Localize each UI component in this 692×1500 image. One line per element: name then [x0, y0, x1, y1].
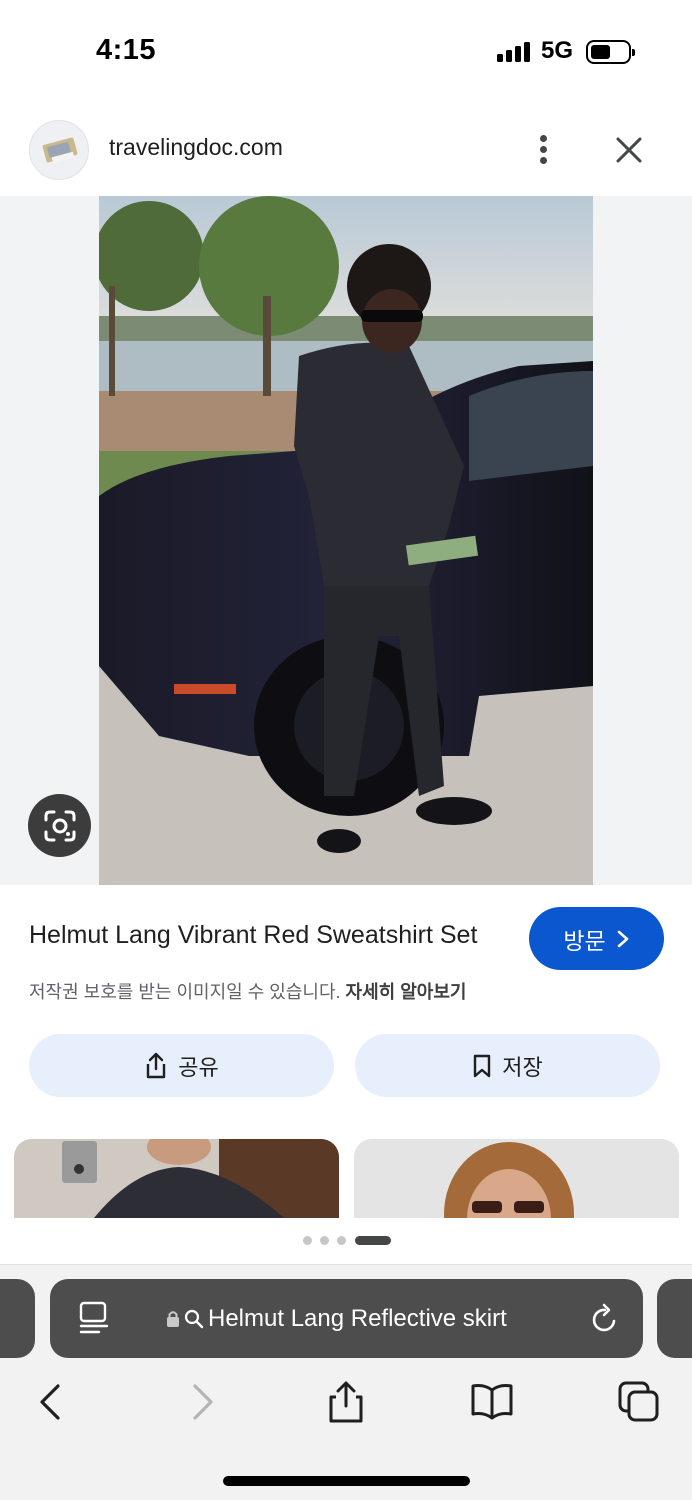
copyright-text: 저작권 보호를 받는 이미지일 수 있습니다.	[29, 982, 341, 1002]
lens-icon	[44, 810, 75, 841]
back-icon[interactable]	[30, 1380, 74, 1424]
share-label: 공유	[178, 1054, 219, 1080]
site-favicon[interactable]	[29, 120, 89, 180]
signal-icon	[497, 42, 533, 62]
tabs-icon[interactable]	[617, 1380, 661, 1424]
lock-icon	[167, 1311, 179, 1327]
image-preview-area	[0, 196, 692, 885]
home-indicator	[223, 1476, 470, 1486]
save-label: 저장	[502, 1054, 543, 1080]
site-header: travelingdoc.com	[0, 116, 692, 184]
status-time: 4:15	[96, 34, 157, 66]
chevron-right-icon	[617, 930, 628, 947]
address-bar[interactable]: Helmut Lang Reflective skirt	[50, 1279, 643, 1358]
bookmarks-icon[interactable]	[470, 1380, 514, 1424]
search-icon	[184, 1309, 204, 1329]
result-title[interactable]: Helmut Lang Vibrant Red Sweatshirt Set	[29, 921, 477, 950]
visit-label: 방문	[563, 927, 606, 954]
copyright-notice: 저작권 보호를 받는 이미지일 수 있습니다. 자세히 알아보기	[29, 978, 466, 1004]
share-icon	[147, 1052, 166, 1078]
previous-tab-preview[interactable]	[0, 1279, 35, 1358]
battery-icon	[586, 40, 635, 64]
visit-button[interactable]: 방문	[529, 907, 664, 970]
reload-icon[interactable]	[590, 1301, 620, 1335]
lens-search-button[interactable]	[28, 794, 91, 857]
learn-more-link[interactable]: 자세히 알아보기	[346, 982, 467, 1002]
network-type: 5G	[541, 37, 574, 64]
share-icon[interactable]	[324, 1380, 368, 1424]
preview-photo[interactable]	[99, 196, 593, 885]
related-thumbnail[interactable]	[354, 1139, 679, 1218]
next-tab-preview[interactable]	[657, 1279, 692, 1358]
share-button[interactable]: 공유	[29, 1034, 334, 1097]
more-vert-icon[interactable]	[530, 132, 558, 168]
address-text[interactable]: Helmut Lang Reflective skirt	[166, 1305, 507, 1333]
save-button[interactable]: 저장	[355, 1034, 660, 1097]
related-results	[0, 1139, 692, 1218]
site-domain[interactable]: travelingdoc.com	[109, 134, 283, 161]
address-query: Helmut Lang Reflective skirt	[208, 1305, 507, 1332]
close-icon[interactable]	[609, 130, 649, 170]
related-thumbnail[interactable]	[14, 1139, 339, 1218]
page-menu-icon[interactable]	[78, 1301, 110, 1335]
bookmark-icon	[474, 1054, 491, 1077]
forward-icon[interactable]	[180, 1380, 224, 1424]
status-bar: 4:15 5G	[0, 0, 692, 100]
